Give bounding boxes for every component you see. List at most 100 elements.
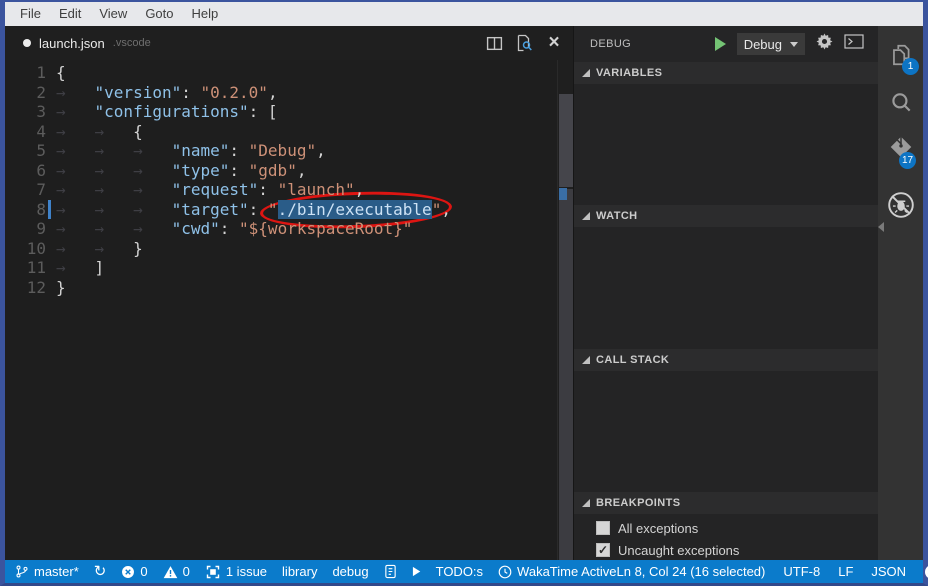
code-text: } <box>50 278 66 298</box>
code-line-2[interactable]: 2→ "version": "0.2.0", <box>5 83 557 103</box>
line-number[interactable]: 10 <box>5 239 50 259</box>
section-header-variables[interactable]: VARIABLES <box>574 62 878 84</box>
code-line-9[interactable]: 9→ → → "cwd": "${workspaceRoot}" <box>5 219 557 239</box>
status-item-wakatime-active[interactable]: WakaTime Active <box>498 564 616 579</box>
line-number[interactable]: 6 <box>5 161 50 181</box>
status-item-lf[interactable]: LF <box>838 564 853 579</box>
close-icon[interactable]: × <box>545 34 563 52</box>
breakpoint-row-uncaught-exceptions[interactable]: ✓Uncaught exceptions <box>596 540 878 560</box>
code-line-11[interactable]: 11→ ] <box>5 258 557 278</box>
status-item-json[interactable]: JSON <box>871 564 906 579</box>
section-header-watch[interactable]: WATCH <box>574 205 878 227</box>
checkbox-checked[interactable]: ✓ <box>596 543 610 557</box>
watch-body <box>574 227 878 349</box>
status-label: library <box>282 564 317 579</box>
status-label: master* <box>34 564 79 579</box>
variables-body <box>574 84 878 205</box>
code-line-8[interactable]: 8→ → → "target": "./bin/executable", <box>5 200 557 220</box>
breakpoint-row-all-exceptions[interactable]: All exceptions <box>596 518 878 538</box>
menu-item-view[interactable]: View <box>90 2 136 26</box>
checkbox-unchecked[interactable] <box>596 521 610 535</box>
error-icon <box>121 565 135 579</box>
editor-region: launch.json .vscode × 1{2→ "version": "0… <box>5 26 573 560</box>
menu-item-edit[interactable]: Edit <box>50 2 90 26</box>
status-item-smiley[interactable] <box>924 564 928 580</box>
git-branch-icon <box>15 564 29 579</box>
status-label: TODO:s <box>436 564 483 579</box>
code-token: "configurations" <box>95 102 249 121</box>
menu-bar: FileEditViewGotoHelp <box>5 2 923 26</box>
line-number[interactable]: 5 <box>5 141 50 161</box>
status-item-debug[interactable]: debug <box>332 564 368 579</box>
code-text: { <box>50 63 66 83</box>
editor-scrollbar[interactable] <box>557 60 573 560</box>
section-label: BREAKPOINTS <box>596 497 680 509</box>
code-token: → <box>56 239 95 258</box>
code-line-1[interactable]: 1{ <box>5 63 557 83</box>
line-number[interactable]: 12 <box>5 278 50 298</box>
debug-config-dropdown[interactable]: Debug <box>737 33 805 55</box>
code-line-5[interactable]: 5→ → → "name": "Debug", <box>5 141 557 161</box>
cursor-line-marker <box>48 200 51 219</box>
code-token: → <box>56 141 95 160</box>
status-item-ln-8-col-24-16-selected[interactable]: Ln 8, Col 24 (16 selected) <box>617 564 766 579</box>
open-preview-icon[interactable] <box>515 34 533 52</box>
configure-gear-icon[interactable] <box>816 33 833 55</box>
start-debug-button[interactable] <box>715 37 726 51</box>
warning-icon <box>163 565 178 579</box>
status-label: UTF-8 <box>783 564 820 579</box>
code-token: → <box>95 200 134 219</box>
status-item-library[interactable]: library <box>282 564 317 579</box>
status-item-master[interactable]: master* <box>15 564 79 579</box>
code-line-10[interactable]: 10→ → } <box>5 239 557 259</box>
code-line-4[interactable]: 4→ → { <box>5 122 557 142</box>
status-item-notebook[interactable] <box>384 564 397 579</box>
line-number[interactable]: 11 <box>5 258 50 278</box>
line-number[interactable]: 1 <box>5 63 50 83</box>
search-icon[interactable] <box>878 86 923 120</box>
overview-selection-marker <box>559 188 567 200</box>
code-area[interactable]: 1{2→ "version": "0.2.0",3→ "configuratio… <box>5 60 557 560</box>
code-line-12[interactable]: 12} <box>5 278 557 298</box>
code-token: "cwd" <box>172 219 220 238</box>
line-number[interactable]: 7 <box>5 180 50 200</box>
debug-panel-title: DEBUG <box>590 38 631 50</box>
tab-title[interactable]: launch.json <box>39 36 105 51</box>
status-item-0[interactable]: 0 <box>163 564 190 579</box>
scrollbar-slider[interactable] <box>559 94 573 187</box>
status-item-todo-s[interactable]: TODO:s <box>436 564 483 579</box>
status-item-play[interactable] <box>412 566 421 577</box>
code-token: : <box>181 83 200 102</box>
status-label: 0 <box>140 564 147 579</box>
code-text: → "version": "0.2.0", <box>50 83 278 103</box>
status-item-1-issue[interactable]: 1 issue <box>205 564 267 580</box>
line-number[interactable]: 8 <box>5 200 50 220</box>
status-label: debug <box>332 564 368 579</box>
code-token: { <box>133 122 143 141</box>
code-token: } <box>56 278 66 297</box>
editor-body: 1{2→ "version": "0.2.0",3→ "configuratio… <box>5 60 573 560</box>
open-debug-console-icon[interactable] <box>844 34 864 54</box>
menu-item-goto[interactable]: Goto <box>136 2 182 26</box>
code-text: → ] <box>50 258 104 278</box>
line-number[interactable]: 3 <box>5 102 50 122</box>
line-number[interactable]: 4 <box>5 122 50 142</box>
line-number[interactable]: 9 <box>5 219 50 239</box>
menu-item-file[interactable]: File <box>11 2 50 26</box>
status-item-sync[interactable]: ↻ <box>94 564 107 579</box>
code-token: "gdb" <box>249 161 297 180</box>
status-item-0[interactable]: 0 <box>121 564 147 579</box>
line-number[interactable]: 2 <box>5 83 50 103</box>
section-header-breakpoints[interactable]: BREAKPOINTS <box>574 492 878 514</box>
menu-item-help[interactable]: Help <box>183 2 228 26</box>
debug-disabled-icon[interactable] <box>878 188 923 222</box>
status-item-utf-8[interactable]: UTF-8 <box>783 564 820 579</box>
code-line-6[interactable]: 6→ → → "type": "gdb", <box>5 161 557 181</box>
code-token: → <box>95 122 134 141</box>
split-editor-icon[interactable] <box>485 34 503 52</box>
code-line-7[interactable]: 7→ → → "request": "launch", <box>5 180 557 200</box>
code-token: → <box>56 83 95 102</box>
code-line-3[interactable]: 3→ "configurations": [ <box>5 102 557 122</box>
code-token: "version" <box>95 83 182 102</box>
section-header-call-stack[interactable]: CALL STACK <box>574 349 878 371</box>
